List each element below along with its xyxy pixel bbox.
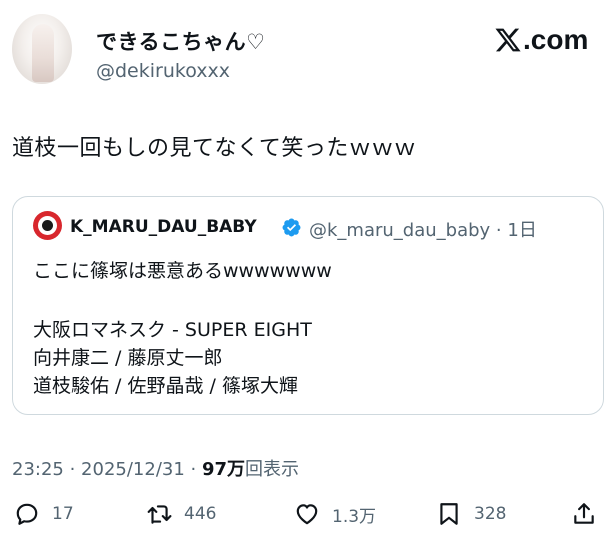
quote-avatar-dot (42, 220, 53, 231)
reply-count: 17 (52, 504, 74, 524)
share-icon (574, 503, 594, 524)
retweet-count: 446 (184, 504, 217, 524)
quote-handle-time[interactable]: @k_maru_dau_baby · 1日 (309, 216, 537, 242)
retweet-button[interactable]: 446 (146, 496, 216, 532)
quote-display-name[interactable]: K_MARU_DAU_BABY (70, 217, 257, 237)
verified-badge-icon (282, 218, 301, 237)
retweet-icon (147, 505, 172, 524)
bookmark-icon (440, 503, 458, 525)
quote-text-line: 大阪ロマネスク - SUPER EIGHT (33, 319, 312, 341)
avatar[interactable] (12, 14, 72, 84)
like-button[interactable]: 1.3万 (294, 496, 376, 532)
bookmark-count: 328 (474, 504, 507, 524)
x-logo-icon (495, 28, 521, 52)
x-logo-text: .com (523, 24, 589, 55)
share-button[interactable] (571, 496, 597, 532)
reply-icon (16, 503, 38, 525)
x-logo: .com (493, 23, 588, 57)
avatar-figure (32, 24, 54, 82)
user-handle[interactable]: @dekirukoxxx (96, 60, 230, 82)
tweet-text: 道枝一回もしの見てなくて笑ったｗｗｗ (12, 136, 417, 161)
bookmark-button[interactable]: 328 (436, 496, 506, 532)
quote-avatar[interactable] (33, 211, 62, 240)
timestamp[interactable]: 23:25 · 2025/12/31 · (12, 459, 202, 480)
quote-text-line: ここに篠塚は悪意あるwwwwwww (33, 260, 332, 282)
tweet-meta: 23:25 · 2025/12/31 · 97万回表示 (12, 455, 299, 481)
display-name[interactable]: できるこちゃん♡ (96, 26, 265, 56)
reply-button[interactable]: 17 (14, 496, 74, 532)
like-count: 1.3万 (332, 506, 377, 527)
views-count: 97万 (201, 459, 246, 480)
heart-icon (296, 504, 318, 525)
quoted-tweet[interactable]: K_MARU_DAU_BABY @k_maru_dau_baby · 1日 ここ… (12, 196, 604, 415)
action-bar: 17 446 1.3万 328 (0, 496, 616, 536)
views-label: 回表示 (245, 459, 300, 480)
quote-text-line: 向井康二 / 藤原丈一郎 (33, 347, 223, 369)
quote-text-line: 道枝駿佑 / 佐野晶哉 / 篠塚大輝 (33, 375, 298, 397)
